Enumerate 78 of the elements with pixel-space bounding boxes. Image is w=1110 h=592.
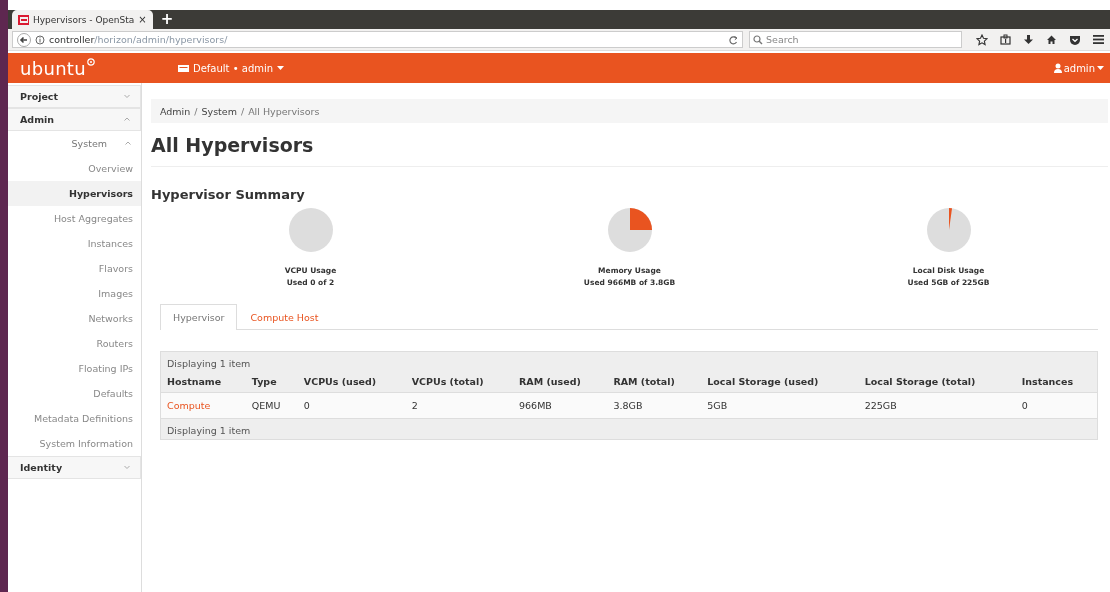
url-path: /horizon/admin/hypervisors/ (94, 34, 228, 45)
sidebar-item[interactable]: Defaults (8, 381, 141, 406)
pie-chart (607, 208, 652, 252)
search-icon (753, 34, 763, 45)
column-header: Instances (1021, 376, 1074, 387)
tab[interactable]: Compute Host (237, 304, 332, 330)
table-cell: 0 (1021, 400, 1028, 411)
item-count: Displaying 1 item (167, 425, 251, 436)
home-icon[interactable] (1046, 34, 1057, 45)
item-count: Displaying 1 item (167, 358, 251, 369)
pocket-icon[interactable] (1069, 34, 1081, 45)
column-header: VCPUs (used) (303, 376, 377, 387)
back-icon[interactable] (17, 32, 31, 47)
breadcrumb-link[interactable]: Admin (160, 105, 191, 117)
table-cell: 3.8GB (613, 400, 643, 411)
column-header: Hostname (167, 376, 222, 387)
page-title: All Hypervisors (151, 133, 1108, 167)
clipboard-icon[interactable] (1000, 34, 1011, 45)
pie-chart (926, 208, 971, 252)
user-menu[interactable]: admin (1053, 62, 1104, 74)
pie-chart (288, 208, 333, 252)
column-header: Local Storage (total) (864, 376, 976, 387)
menu-icon[interactable] (1093, 34, 1104, 45)
user-icon (1053, 63, 1062, 73)
circle-of-friends-icon (86, 57, 95, 66)
sidebar-item[interactable]: Host Aggregates (8, 206, 141, 231)
search-field[interactable]: Search (749, 31, 962, 48)
url-host: controller (49, 34, 95, 45)
sidebar-item[interactable]: Hypervisors (8, 181, 141, 206)
column-header: RAM (used) (519, 376, 581, 387)
breadcrumb-separator: / (240, 105, 245, 117)
column-header: VCPUs (total) (411, 376, 484, 387)
breadcrumb-current: All Hypervisors (248, 105, 320, 117)
caret-icon (1097, 66, 1104, 70)
new-tab-button[interactable]: + (160, 10, 174, 29)
table-cell: 225GB (864, 400, 897, 411)
breadcrumb-separator: / (194, 105, 198, 117)
download-icon[interactable] (1023, 34, 1034, 45)
column-header: RAM (total) (613, 376, 675, 387)
section-title: Hypervisor Summary (151, 187, 306, 202)
column-header: Type (251, 376, 277, 387)
chevron-up-icon (124, 117, 130, 122)
sidebar-item[interactable]: System Information (8, 431, 141, 456)
table-cell: 966MB (519, 400, 552, 411)
sidebar-section[interactable]: Admin (8, 108, 141, 131)
sidebar-item[interactable]: Floating IPs (8, 356, 141, 381)
sidebar-item[interactable]: Routers (8, 331, 141, 356)
sidebar-item[interactable]: Flavors (8, 256, 141, 281)
column-header: Local Storage (used) (707, 376, 819, 387)
table-cell: 5GB (707, 400, 728, 411)
browser-tab[interactable]: Hypervisors - OpenSta × (12, 10, 153, 29)
info-icon (35, 34, 45, 45)
reload-icon[interactable] (728, 34, 738, 45)
hostname-link[interactable]: Compute (167, 400, 211, 411)
sidebar-item[interactable]: Instances (8, 231, 141, 256)
breadcrumb-link[interactable]: System (201, 105, 237, 117)
star-icon[interactable] (976, 33, 988, 46)
address-bar[interactable]: controller/horizon/admin/hypervisors/ (12, 31, 743, 48)
caret-icon (277, 66, 285, 70)
ubuntu-logo[interactable]: ubuntu (20, 57, 86, 79)
favicon-icon (18, 14, 29, 25)
sidebar-section[interactable]: Project (8, 85, 141, 108)
sidebar-item[interactable]: Networks (8, 306, 141, 331)
project-menu[interactable]: Default • admin (178, 62, 285, 74)
chevron-down-icon (124, 465, 130, 470)
close-tab-button[interactable]: × (138, 14, 147, 25)
sidebar-item[interactable]: Metadata Definitions (8, 406, 141, 431)
sidebar-group[interactable]: System (8, 131, 141, 156)
table-cell: 2 (411, 400, 418, 411)
tab[interactable]: Hypervisor (160, 304, 238, 330)
chevron-down-icon (124, 94, 130, 99)
chevron-up-icon (125, 141, 131, 146)
table-cell: QEMU (251, 400, 281, 411)
sidebar-item[interactable]: Images (8, 281, 141, 306)
table-cell: 0 (303, 400, 310, 411)
sidebar-item[interactable]: Overview (8, 156, 141, 181)
server-icon (178, 63, 189, 73)
sidebar-section[interactable]: Identity (8, 456, 141, 479)
